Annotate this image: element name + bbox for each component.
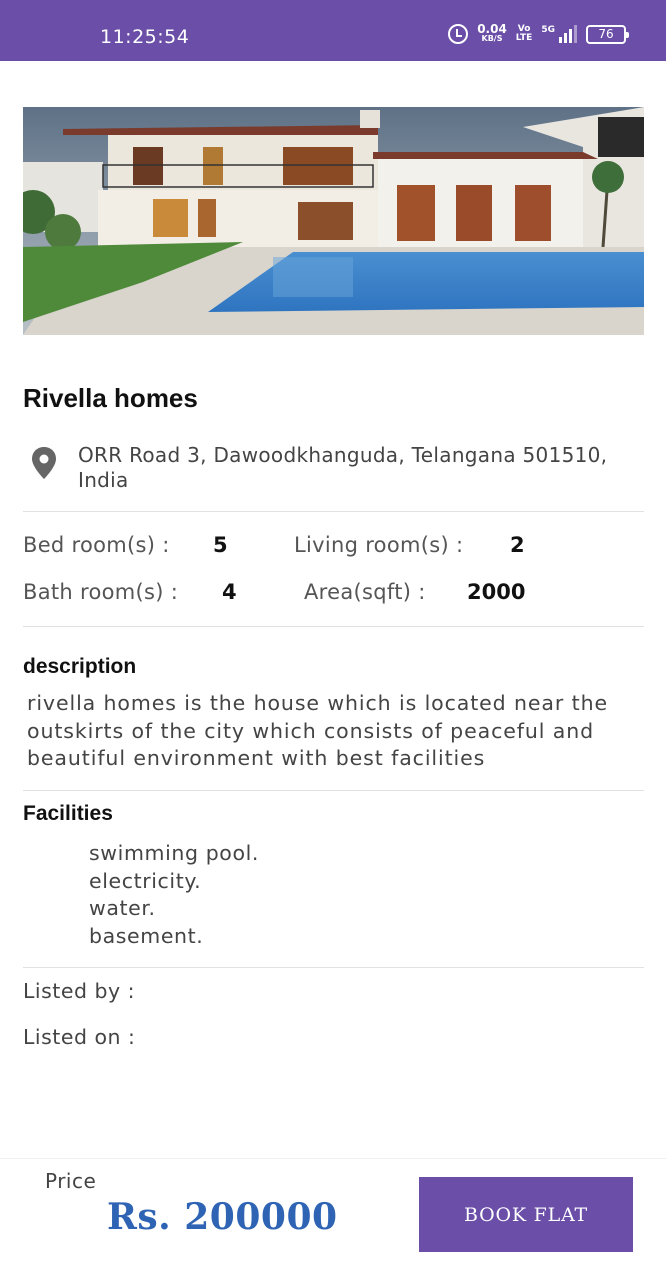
network-type: 5G — [541, 25, 555, 35]
facility-item: basement. — [89, 923, 204, 948]
facility-item: swimming pool. — [89, 841, 260, 865]
divider — [23, 626, 644, 627]
alarm-icon — [448, 24, 469, 44]
divider — [23, 790, 644, 791]
living-rooms-label: Living room(s) : — [294, 533, 464, 557]
location-pin-icon — [32, 447, 56, 479]
network-speed: 0.04 KB/S — [477, 22, 507, 44]
status-time: 11:25:54 — [100, 26, 190, 48]
facilities-list: swimming pool. electricity. water. basem… — [89, 840, 259, 950]
property-title: Rivella homes — [23, 383, 198, 413]
listed-by-label: Listed by : — [23, 979, 136, 1003]
facilities-heading: Facilities — [23, 802, 113, 825]
area-label: Area(sqft) : — [304, 580, 426, 604]
area-value: 2000 — [467, 580, 526, 604]
signal-icon: 5G — [541, 25, 577, 43]
bathrooms-value: 4 — [222, 580, 237, 604]
volte-bottom: LTE — [515, 33, 533, 43]
facility-item: electricity. — [89, 868, 202, 893]
address-row: ORR Road 3, Dawoodkhanguda, Telangana 50… — [23, 443, 648, 493]
description-heading: description — [23, 655, 137, 678]
property-address: ORR Road 3, Dawoodkhanguda, Telangana 50… — [78, 443, 608, 492]
facility-item: water. — [89, 896, 156, 920]
volte-indicator: Vo LTE — [516, 25, 533, 43]
price-bar: Price Rs. 200000 BOOK FLAT — [0, 1158, 666, 1261]
status-bar: 11:25:54 0.04 KB/S Vo LTE 5G 76 — [0, 0, 666, 61]
bedrooms-label: Bed room(s) : — [23, 533, 170, 557]
living-rooms-value: 2 — [510, 533, 525, 557]
speed-value: 0.04 — [477, 22, 507, 36]
property-image — [23, 107, 644, 335]
divider — [23, 967, 644, 968]
status-icons: 0.04 KB/S Vo LTE 5G 76 — [448, 22, 629, 44]
description-text: rivella homes is the house which is loca… — [27, 691, 608, 770]
bedrooms-value: 5 — [213, 533, 228, 557]
price-value: Rs. 200000 — [107, 1196, 338, 1238]
price-label: Price — [45, 1169, 97, 1193]
book-flat-button[interactable]: BOOK FLAT — [419, 1177, 633, 1252]
speed-unit: KB/S — [481, 34, 503, 43]
bathrooms-label: Bath room(s) : — [23, 580, 179, 604]
listed-on-label: Listed on : — [23, 1025, 136, 1049]
battery-icon: 76 — [586, 24, 629, 44]
divider — [23, 511, 644, 512]
